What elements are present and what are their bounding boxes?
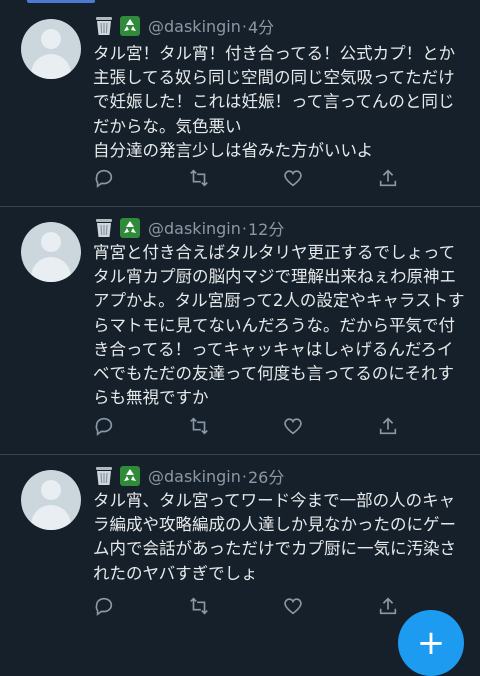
tweet-handle[interactable]: @daskingin (148, 467, 241, 486)
recycle-icon (119, 465, 141, 487)
avatar[interactable] (21, 19, 81, 79)
like-icon[interactable] (282, 595, 306, 619)
tweet-header: @daskingin · 26分 (93, 465, 284, 487)
like-icon[interactable] (282, 415, 306, 439)
retweet-icon[interactable] (188, 415, 212, 439)
retweet-icon[interactable] (188, 595, 212, 619)
trash-icon (93, 15, 115, 37)
tweet-handle[interactable]: @daskingin (148, 17, 241, 36)
tweet[interactable]: @daskingin · 26分 タル宵、タル宮ってワード今まで一部の人のキャラ… (0, 455, 480, 643)
reply-icon[interactable] (93, 595, 117, 619)
reply-icon[interactable] (93, 415, 117, 439)
trash-icon (93, 217, 115, 239)
tweet-actions (93, 595, 397, 619)
tweet-header: @daskingin · 12分 (93, 217, 284, 239)
share-icon[interactable] (377, 167, 401, 191)
tweet-handle[interactable]: @daskingin (148, 219, 241, 238)
avatar[interactable] (21, 222, 81, 282)
trash-icon (93, 465, 115, 487)
tweet-time[interactable]: 26分 (248, 464, 284, 488)
reply-icon[interactable] (93, 167, 117, 191)
compose-icon[interactable]: + (398, 610, 464, 676)
tweet-actions (93, 415, 397, 439)
tweet-actions (93, 167, 397, 191)
tweet[interactable]: @daskingin · 4分 タル宮！タル宵！付き合ってる！公式カプ！とか主張… (0, 0, 480, 207)
tweet-text: 宵宮と付き合えばタルタリヤ更正するでしょってタル宵カプ厨の脳内マジで理解出来ねぇ… (93, 243, 465, 408)
recycle-icon (119, 217, 141, 239)
tweet[interactable]: @daskingin · 12分 宵宮と付き合えばタルタリヤ更正するでしょってタ… (0, 207, 480, 455)
tweet-text: タル宵、タル宮ってワード今まで一部の人のキャラ編成や攻略編成の人達しか見なかった… (93, 491, 456, 583)
tweet-header: @daskingin · 4分 (93, 15, 274, 37)
share-icon[interactable] (377, 595, 401, 619)
separator-dot: · (241, 16, 247, 36)
separator-dot: · (241, 466, 247, 486)
recycle-icon (119, 15, 141, 37)
tweet-text: タル宮！タル宵！付き合ってる！公式カプ！とか主張してる奴ら同じ空間の同じ空気吸っ… (93, 44, 456, 160)
tweet-time[interactable]: 4分 (248, 14, 274, 38)
tweet-time[interactable]: 12分 (248, 216, 284, 240)
avatar[interactable] (21, 470, 81, 530)
separator-dot: · (241, 218, 247, 238)
share-icon[interactable] (377, 415, 401, 439)
retweet-icon[interactable] (188, 167, 212, 191)
like-icon[interactable] (282, 167, 306, 191)
